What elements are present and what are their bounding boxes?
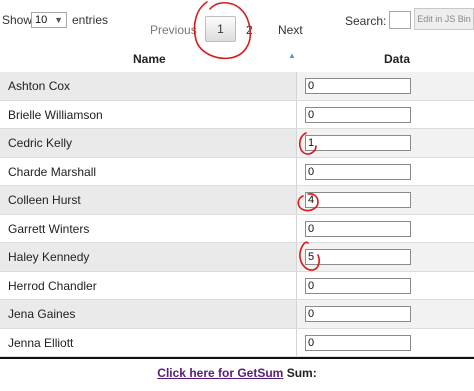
data-input[interactable]: 0 — [305, 277, 411, 294]
name-cell: Ashton Cox — [0, 72, 297, 100]
table-row: Brielle Williamson 0 — [0, 100, 474, 129]
show-label: Show — [2, 13, 33, 27]
search-label: Search: — [345, 14, 387, 28]
name-cell: Herrod Chandler — [0, 271, 297, 299]
table-row: Charde Marshall 0 — [0, 157, 474, 186]
current-page-button[interactable]: 1 — [205, 16, 236, 42]
table-row: Colleen Hurst 4 — [0, 186, 474, 215]
data-input[interactable]: 0 — [305, 334, 411, 351]
getsum-link[interactable]: Click here for GetSum — [157, 366, 283, 380]
table-row: Ashton Cox 0 — [0, 72, 474, 101]
entries-label: entries — [72, 13, 109, 27]
table-controls: Show 10 ▼ entries Previous 1 2 Next Sear… — [0, 0, 474, 46]
name-cell: Jenna Elliott — [0, 328, 297, 356]
edit-in-jsbin-button[interactable]: Edit in JS Bin — [414, 8, 474, 30]
data-input[interactable]: 4 — [305, 192, 411, 208]
table-footer: Click here for GetSum Sum: — [0, 366, 474, 380]
name-cell: Jena Gaines — [0, 300, 297, 328]
column-header-data[interactable]: Data — [384, 52, 410, 66]
name-cell: Cedric Kelly — [0, 129, 297, 157]
sum-label: Sum: — [286, 366, 317, 380]
table-row: Jena Gaines 0 — [0, 300, 474, 329]
column-header-name[interactable]: Name — [133, 52, 166, 66]
table-header: Name ▲ Data — [0, 48, 474, 73]
table-row: Haley Kennedy 5 — [0, 243, 474, 272]
name-cell: Garrett Winters — [0, 214, 297, 242]
page-length-value: 10 — [35, 14, 48, 26]
data-input[interactable]: 0 — [305, 106, 411, 123]
table-row: Jenna Elliott 0 — [0, 328, 474, 357]
table-row: Cedric Kelly 1 — [0, 129, 474, 158]
search-input[interactable] — [389, 11, 411, 29]
data-input[interactable]: 1 — [305, 135, 411, 151]
sort-ascending-icon: ▲ — [288, 51, 296, 60]
chevron-down-icon: ▼ — [54, 15, 63, 25]
name-cell: Brielle Williamson — [0, 100, 297, 128]
data-input[interactable]: 0 — [305, 306, 411, 322]
table-row: Garrett Winters 0 — [0, 214, 474, 243]
data-input[interactable]: 5 — [305, 249, 411, 265]
name-cell: Charde Marshall — [0, 157, 297, 185]
table-body: Ashton Cox 0 Brielle Williamson 0 Cedric… — [0, 72, 474, 357]
name-cell: Haley Kennedy — [0, 243, 297, 271]
page-2-button[interactable]: 2 — [246, 23, 253, 37]
data-input[interactable]: 0 — [305, 78, 411, 94]
table-footer-divider — [0, 357, 474, 359]
previous-page-button[interactable]: Previous — [150, 23, 197, 37]
name-cell: Colleen Hurst — [0, 186, 297, 214]
next-page-button[interactable]: Next — [278, 23, 303, 37]
page-length-select[interactable]: 10 ▼ — [31, 12, 67, 28]
data-input[interactable]: 0 — [305, 220, 411, 237]
table-row: Herrod Chandler 0 — [0, 271, 474, 300]
data-input[interactable]: 0 — [305, 163, 411, 180]
